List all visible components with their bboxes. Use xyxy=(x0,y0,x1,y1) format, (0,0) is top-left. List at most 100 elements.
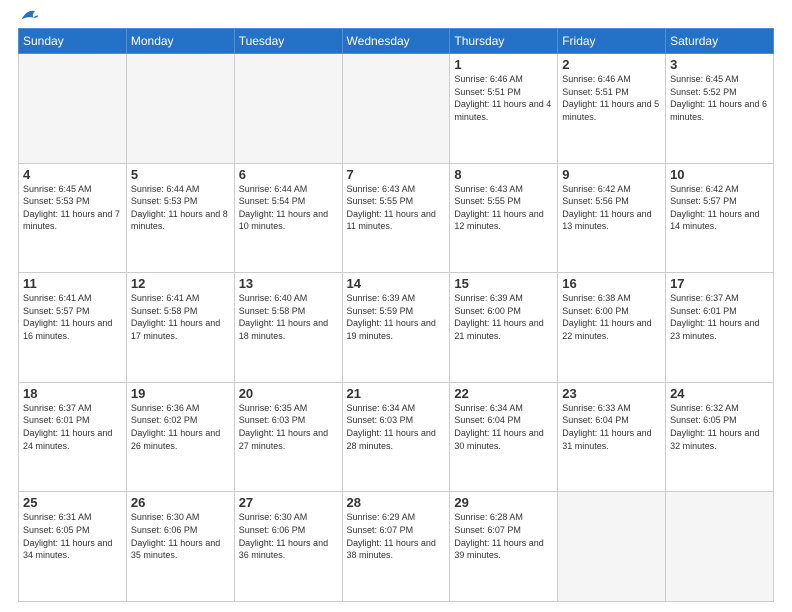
day-info: Sunrise: 6:39 AM Sunset: 5:59 PM Dayligh… xyxy=(347,292,446,342)
calendar-cell: 9Sunrise: 6:42 AM Sunset: 5:56 PM Daylig… xyxy=(558,163,666,273)
calendar-cell xyxy=(234,54,342,164)
day-info: Sunrise: 6:35 AM Sunset: 6:03 PM Dayligh… xyxy=(239,402,338,452)
calendar-week-row: 25Sunrise: 6:31 AM Sunset: 6:05 PM Dayli… xyxy=(19,492,774,602)
day-number: 23 xyxy=(562,386,661,401)
calendar-week-row: 1Sunrise: 6:46 AM Sunset: 5:51 PM Daylig… xyxy=(19,54,774,164)
day-number: 19 xyxy=(131,386,230,401)
day-number: 11 xyxy=(23,276,122,291)
calendar-header-thursday: Thursday xyxy=(450,29,558,54)
calendar-cell: 6Sunrise: 6:44 AM Sunset: 5:54 PM Daylig… xyxy=(234,163,342,273)
day-number: 20 xyxy=(239,386,338,401)
header xyxy=(18,16,774,20)
day-info: Sunrise: 6:30 AM Sunset: 6:06 PM Dayligh… xyxy=(131,511,230,561)
day-info: Sunrise: 6:44 AM Sunset: 5:53 PM Dayligh… xyxy=(131,183,230,233)
day-info: Sunrise: 6:34 AM Sunset: 6:03 PM Dayligh… xyxy=(347,402,446,452)
calendar-cell: 18Sunrise: 6:37 AM Sunset: 6:01 PM Dayli… xyxy=(19,382,127,492)
calendar-cell: 24Sunrise: 6:32 AM Sunset: 6:05 PM Dayli… xyxy=(666,382,774,492)
day-number: 14 xyxy=(347,276,446,291)
calendar-header-tuesday: Tuesday xyxy=(234,29,342,54)
day-info: Sunrise: 6:30 AM Sunset: 6:06 PM Dayligh… xyxy=(239,511,338,561)
day-number: 4 xyxy=(23,167,122,182)
day-number: 6 xyxy=(239,167,338,182)
calendar-cell: 29Sunrise: 6:28 AM Sunset: 6:07 PM Dayli… xyxy=(450,492,558,602)
calendar-cell xyxy=(126,54,234,164)
day-number: 17 xyxy=(670,276,769,291)
calendar-cell: 17Sunrise: 6:37 AM Sunset: 6:01 PM Dayli… xyxy=(666,273,774,383)
day-info: Sunrise: 6:41 AM Sunset: 5:57 PM Dayligh… xyxy=(23,292,122,342)
day-number: 29 xyxy=(454,495,553,510)
logo-bird-icon xyxy=(20,6,40,26)
calendar-week-row: 18Sunrise: 6:37 AM Sunset: 6:01 PM Dayli… xyxy=(19,382,774,492)
calendar-table: SundayMondayTuesdayWednesdayThursdayFrid… xyxy=(18,28,774,602)
calendar-cell: 13Sunrise: 6:40 AM Sunset: 5:58 PM Dayli… xyxy=(234,273,342,383)
calendar-week-row: 4Sunrise: 6:45 AM Sunset: 5:53 PM Daylig… xyxy=(19,163,774,273)
day-number: 28 xyxy=(347,495,446,510)
calendar-header-row: SundayMondayTuesdayWednesdayThursdayFrid… xyxy=(19,29,774,54)
day-info: Sunrise: 6:29 AM Sunset: 6:07 PM Dayligh… xyxy=(347,511,446,561)
day-number: 7 xyxy=(347,167,446,182)
day-number: 10 xyxy=(670,167,769,182)
day-number: 5 xyxy=(131,167,230,182)
calendar-cell xyxy=(666,492,774,602)
day-number: 12 xyxy=(131,276,230,291)
day-info: Sunrise: 6:43 AM Sunset: 5:55 PM Dayligh… xyxy=(347,183,446,233)
calendar-cell: 3Sunrise: 6:45 AM Sunset: 5:52 PM Daylig… xyxy=(666,54,774,164)
day-info: Sunrise: 6:33 AM Sunset: 6:04 PM Dayligh… xyxy=(562,402,661,452)
day-number: 18 xyxy=(23,386,122,401)
day-info: Sunrise: 6:37 AM Sunset: 6:01 PM Dayligh… xyxy=(23,402,122,452)
day-info: Sunrise: 6:37 AM Sunset: 6:01 PM Dayligh… xyxy=(670,292,769,342)
day-info: Sunrise: 6:46 AM Sunset: 5:51 PM Dayligh… xyxy=(454,73,553,123)
calendar-cell: 19Sunrise: 6:36 AM Sunset: 6:02 PM Dayli… xyxy=(126,382,234,492)
day-number: 24 xyxy=(670,386,769,401)
day-number: 9 xyxy=(562,167,661,182)
calendar-cell: 5Sunrise: 6:44 AM Sunset: 5:53 PM Daylig… xyxy=(126,163,234,273)
calendar-cell: 26Sunrise: 6:30 AM Sunset: 6:06 PM Dayli… xyxy=(126,492,234,602)
calendar-header-wednesday: Wednesday xyxy=(342,29,450,54)
day-info: Sunrise: 6:43 AM Sunset: 5:55 PM Dayligh… xyxy=(454,183,553,233)
calendar-header-monday: Monday xyxy=(126,29,234,54)
calendar-cell: 8Sunrise: 6:43 AM Sunset: 5:55 PM Daylig… xyxy=(450,163,558,273)
day-number: 16 xyxy=(562,276,661,291)
day-info: Sunrise: 6:45 AM Sunset: 5:52 PM Dayligh… xyxy=(670,73,769,123)
logo xyxy=(18,16,40,20)
day-number: 26 xyxy=(131,495,230,510)
calendar-cell xyxy=(558,492,666,602)
day-info: Sunrise: 6:34 AM Sunset: 6:04 PM Dayligh… xyxy=(454,402,553,452)
day-info: Sunrise: 6:36 AM Sunset: 6:02 PM Dayligh… xyxy=(131,402,230,452)
calendar-cell: 14Sunrise: 6:39 AM Sunset: 5:59 PM Dayli… xyxy=(342,273,450,383)
day-number: 2 xyxy=(562,57,661,72)
page: SundayMondayTuesdayWednesdayThursdayFrid… xyxy=(0,0,792,612)
calendar-cell: 7Sunrise: 6:43 AM Sunset: 5:55 PM Daylig… xyxy=(342,163,450,273)
calendar-cell: 21Sunrise: 6:34 AM Sunset: 6:03 PM Dayli… xyxy=(342,382,450,492)
day-number: 25 xyxy=(23,495,122,510)
calendar-cell: 25Sunrise: 6:31 AM Sunset: 6:05 PM Dayli… xyxy=(19,492,127,602)
day-info: Sunrise: 6:32 AM Sunset: 6:05 PM Dayligh… xyxy=(670,402,769,452)
day-info: Sunrise: 6:39 AM Sunset: 6:00 PM Dayligh… xyxy=(454,292,553,342)
calendar-cell: 2Sunrise: 6:46 AM Sunset: 5:51 PM Daylig… xyxy=(558,54,666,164)
calendar-cell: 12Sunrise: 6:41 AM Sunset: 5:58 PM Dayli… xyxy=(126,273,234,383)
calendar-week-row: 11Sunrise: 6:41 AM Sunset: 5:57 PM Dayli… xyxy=(19,273,774,383)
day-info: Sunrise: 6:42 AM Sunset: 5:57 PM Dayligh… xyxy=(670,183,769,233)
calendar-cell: 22Sunrise: 6:34 AM Sunset: 6:04 PM Dayli… xyxy=(450,382,558,492)
calendar-cell: 27Sunrise: 6:30 AM Sunset: 6:06 PM Dayli… xyxy=(234,492,342,602)
calendar-header-saturday: Saturday xyxy=(666,29,774,54)
day-number: 15 xyxy=(454,276,553,291)
day-info: Sunrise: 6:46 AM Sunset: 5:51 PM Dayligh… xyxy=(562,73,661,123)
calendar-cell: 11Sunrise: 6:41 AM Sunset: 5:57 PM Dayli… xyxy=(19,273,127,383)
calendar-cell: 4Sunrise: 6:45 AM Sunset: 5:53 PM Daylig… xyxy=(19,163,127,273)
day-number: 8 xyxy=(454,167,553,182)
day-number: 27 xyxy=(239,495,338,510)
day-number: 22 xyxy=(454,386,553,401)
day-number: 21 xyxy=(347,386,446,401)
day-number: 1 xyxy=(454,57,553,72)
calendar-cell: 15Sunrise: 6:39 AM Sunset: 6:00 PM Dayli… xyxy=(450,273,558,383)
calendar-cell xyxy=(19,54,127,164)
calendar-header-sunday: Sunday xyxy=(19,29,127,54)
day-number: 13 xyxy=(239,276,338,291)
calendar-cell xyxy=(342,54,450,164)
calendar-header-friday: Friday xyxy=(558,29,666,54)
calendar-cell: 1Sunrise: 6:46 AM Sunset: 5:51 PM Daylig… xyxy=(450,54,558,164)
calendar-cell: 20Sunrise: 6:35 AM Sunset: 6:03 PM Dayli… xyxy=(234,382,342,492)
day-info: Sunrise: 6:38 AM Sunset: 6:00 PM Dayligh… xyxy=(562,292,661,342)
calendar-cell: 23Sunrise: 6:33 AM Sunset: 6:04 PM Dayli… xyxy=(558,382,666,492)
